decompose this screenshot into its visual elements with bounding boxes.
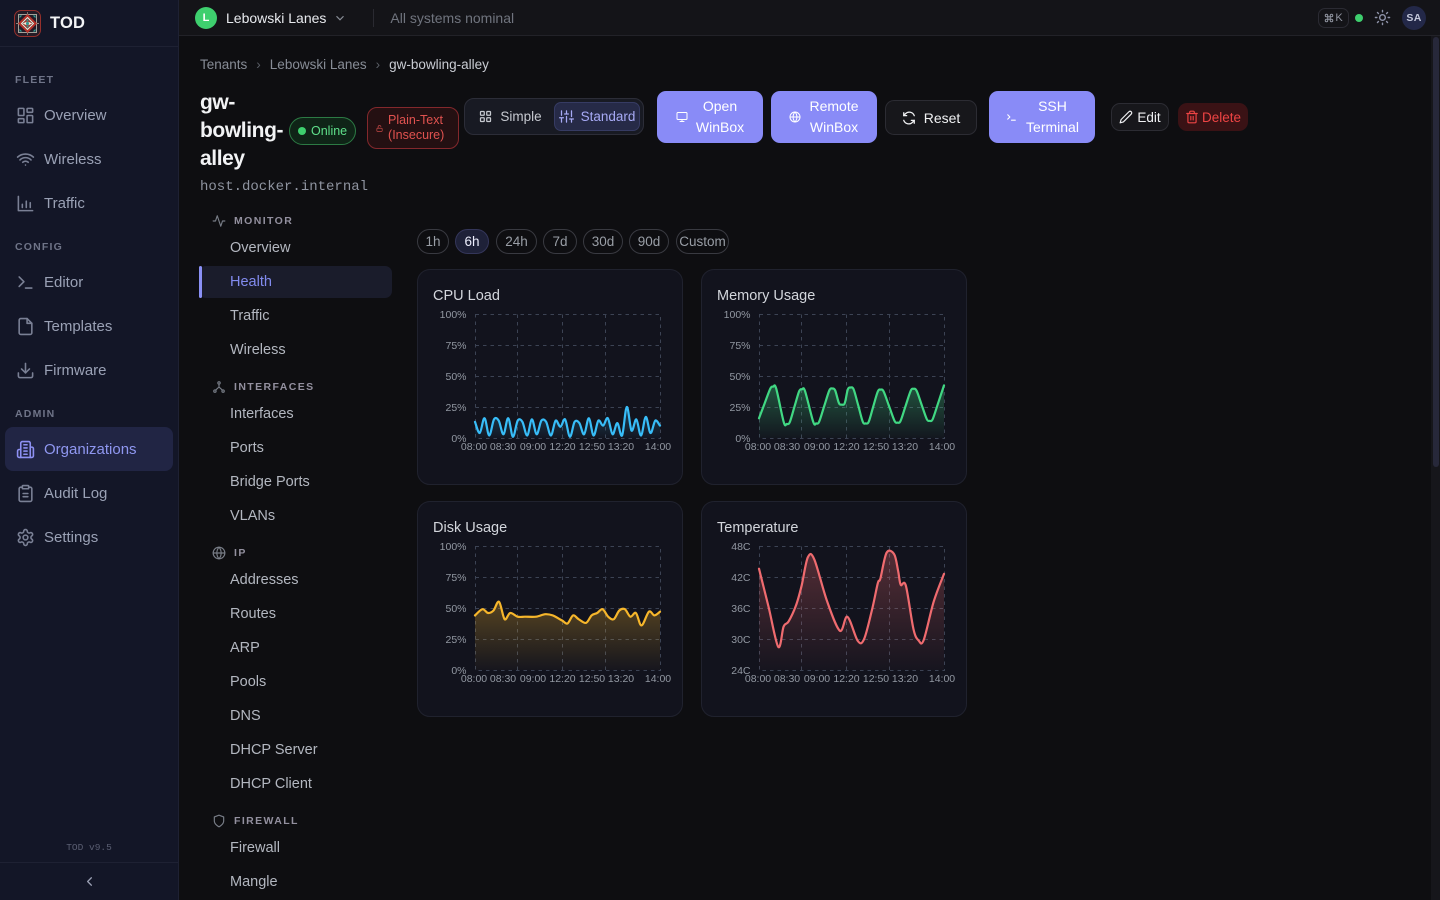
svg-text:13:20: 13:20	[892, 673, 918, 685]
svg-text:48C: 48C	[731, 541, 751, 553]
svg-text:08:00: 08:00	[745, 673, 771, 685]
svg-text:50%: 50%	[445, 371, 466, 383]
svg-text:08:30: 08:30	[774, 673, 800, 685]
svg-text:14:00: 14:00	[645, 673, 671, 685]
svg-text:75%: 75%	[729, 340, 750, 352]
svg-text:08:00: 08:00	[461, 441, 487, 453]
svg-text:50%: 50%	[445, 603, 466, 615]
svg-text:100%: 100%	[440, 309, 467, 321]
svg-text:12:50: 12:50	[863, 441, 889, 453]
svg-text:12:20: 12:20	[549, 673, 575, 685]
svg-text:25%: 25%	[445, 402, 466, 414]
svg-text:100%: 100%	[724, 309, 751, 321]
svg-text:13:20: 13:20	[608, 673, 634, 685]
svg-text:09:00: 09:00	[520, 441, 546, 453]
svg-text:08:00: 08:00	[461, 673, 487, 685]
svg-text:08:30: 08:30	[774, 441, 800, 453]
svg-text:09:00: 09:00	[804, 673, 830, 685]
svg-text:09:00: 09:00	[520, 673, 546, 685]
svg-text:75%: 75%	[445, 340, 466, 352]
svg-text:12:20: 12:20	[833, 673, 859, 685]
svg-text:14:00: 14:00	[929, 673, 955, 685]
svg-text:50%: 50%	[729, 371, 750, 383]
svg-text:12:20: 12:20	[549, 441, 575, 453]
svg-text:09:00: 09:00	[804, 441, 830, 453]
svg-text:12:20: 12:20	[833, 441, 859, 453]
svg-text:08:30: 08:30	[490, 441, 516, 453]
svg-text:12:50: 12:50	[579, 673, 605, 685]
svg-text:13:20: 13:20	[608, 441, 634, 453]
svg-text:30C: 30C	[731, 634, 751, 646]
svg-text:14:00: 14:00	[929, 441, 955, 453]
svg-text:08:00: 08:00	[745, 441, 771, 453]
svg-text:08:30: 08:30	[490, 673, 516, 685]
svg-text:12:50: 12:50	[579, 441, 605, 453]
svg-text:13:20: 13:20	[892, 441, 918, 453]
svg-text:75%: 75%	[445, 572, 466, 584]
svg-text:25%: 25%	[445, 634, 466, 646]
svg-text:25%: 25%	[729, 402, 750, 414]
svg-text:100%: 100%	[440, 541, 467, 553]
svg-text:12:50: 12:50	[863, 673, 889, 685]
svg-text:14:00: 14:00	[645, 441, 671, 453]
svg-text:36C: 36C	[731, 603, 751, 615]
svg-text:42C: 42C	[731, 572, 751, 584]
